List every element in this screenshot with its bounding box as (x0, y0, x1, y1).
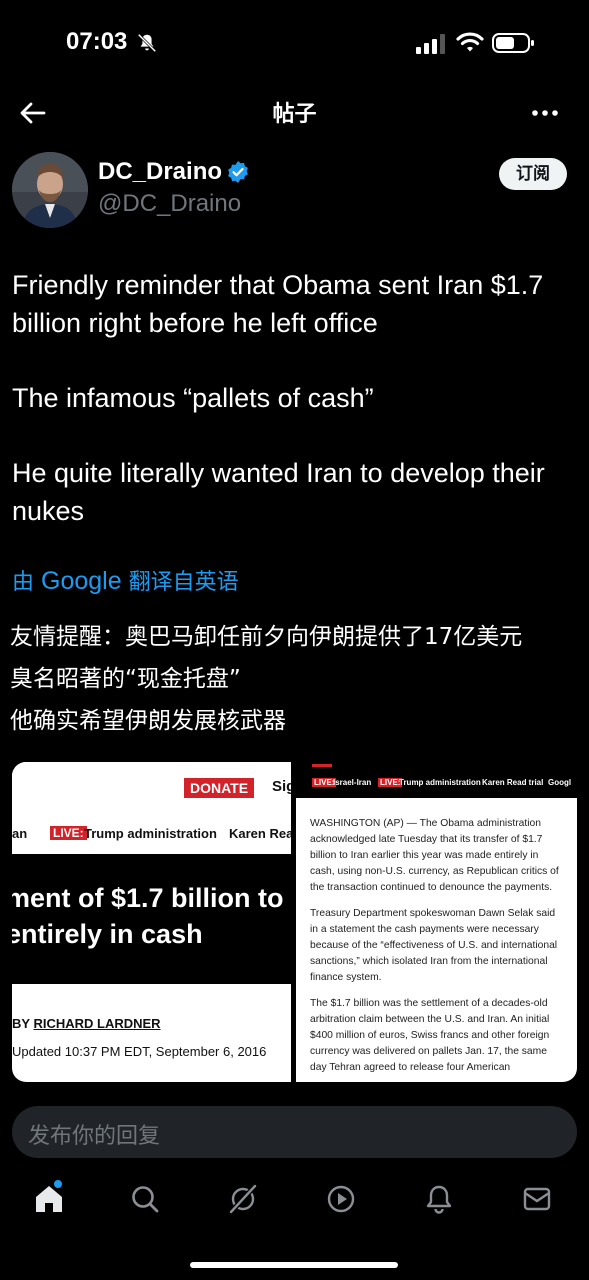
signal-icon (416, 34, 445, 54)
status-bar: 07:03 (0, 0, 589, 88)
byline: BY RICHARD LARDNER (12, 1016, 161, 1031)
translated-line: 他确实希望伊朗发展核武器 (10, 708, 286, 734)
search-icon[interactable] (128, 1182, 162, 1216)
display-name[interactable]: DC_Draino (98, 158, 222, 186)
article-body: WASHINGTON (AP) — The Obama administrati… (296, 798, 577, 1082)
play-icon[interactable] (324, 1182, 358, 1216)
translation-attribution[interactable]: 由 Google 翻译自英语 (12, 564, 239, 596)
updated-timestamp: Updated 10:37 PM EDT, September 6, 2016 (12, 1044, 267, 1059)
verified-badge-icon (228, 161, 248, 183)
reply-input[interactable]: 发布你的回复 (28, 1118, 160, 1150)
nav-item: Googl (548, 778, 572, 787)
status-time: 07:03 (66, 28, 128, 55)
headline-line: entirely in cash (12, 919, 203, 949)
article-paragraph: The $1.7 billion was the settlement of a… (310, 998, 550, 1073)
media-image-right[interactable]: LIVE: Israel-Iran LIVE: Trump administra… (296, 762, 577, 1082)
donate-badge: DONATE (184, 778, 255, 798)
nav-item: Trump administration (399, 778, 481, 787)
translated-text: 友情提醒：奥巴马卸任前夕向伊朗提供了17亿美元 臭名昭著的“现金托盘” 他确实希… (10, 616, 580, 742)
headline-line: ment of $1.7 billion to Ira (12, 883, 291, 913)
mail-icon[interactable] (520, 1182, 554, 1216)
reply-bar[interactable]: 发布你的回复 (12, 1106, 577, 1158)
article-headline: ment of $1.7 billion to Ira entirely in … (12, 854, 291, 984)
grok-icon[interactable] (226, 1182, 260, 1216)
more-options-icon[interactable] (530, 100, 560, 126)
translation-prefix: 由 (12, 570, 35, 595)
battery-icon (492, 33, 534, 53)
article-paragraph: Treasury Department spokeswoman Dawn Sel… (310, 908, 558, 983)
nav-item: Israel-Iran (333, 778, 372, 787)
live-tag: LIVE: (50, 826, 87, 840)
tweet-paragraph: Friendly reminder that Obama sent Iran $… (12, 270, 544, 338)
media-image-left[interactable]: DONATE Sig an LIVE: Trump administration… (12, 762, 291, 1082)
translated-line: 臭名昭著的“现金托盘” (10, 666, 241, 692)
nav-item: Karen Read trial (482, 778, 544, 787)
top-nav: 帖子 (0, 88, 589, 140)
byline-author: RICHARD LARDNER (33, 1016, 161, 1031)
article-nav-row: an LIVE: Trump administration Karen Read (12, 822, 291, 850)
article-topbar: DONATE Sig (12, 762, 291, 816)
handle[interactable]: @DC_Draino (98, 190, 241, 218)
nav-item: an (12, 826, 28, 841)
sign-in-label: Sig (272, 778, 291, 795)
translation-suffix: 翻译自英语 (128, 570, 239, 595)
home-indicator (190, 1262, 398, 1268)
bell-icon[interactable] (422, 1182, 456, 1216)
home-icon[interactable] (32, 1182, 66, 1216)
avatar[interactable] (12, 152, 88, 228)
tweet-paragraph: The infamous “pallets of cash” (12, 383, 374, 413)
tweet-text: Friendly reminder that Obama sent Iran $… (12, 266, 582, 567)
notification-dot (54, 1180, 62, 1188)
nav-item: Karen Read (229, 826, 291, 841)
byline-prefix: BY (12, 1016, 30, 1031)
translated-line: 友情提醒：奥巴马卸任前夕向伊朗提供了17亿美元 (10, 624, 523, 650)
subscribe-button[interactable]: 订阅 (499, 158, 567, 190)
bell-mute-icon (137, 33, 157, 53)
page-title: 帖子 (272, 102, 317, 127)
avatar-image (12, 152, 88, 228)
nav-item: Trump administration (84, 826, 217, 841)
wifi-icon (456, 32, 484, 52)
article-nav-row: LIVE: Israel-Iran LIVE: Trump administra… (296, 776, 577, 796)
google-logo: Google (41, 567, 122, 595)
accent-bar (312, 764, 332, 767)
bottom-tab-bar (0, 1170, 589, 1234)
article-paragraph: WASHINGTON (AP) — The Obama administrati… (310, 818, 559, 893)
tweet-paragraph: He quite literally wanted Iran to develo… (12, 458, 545, 526)
